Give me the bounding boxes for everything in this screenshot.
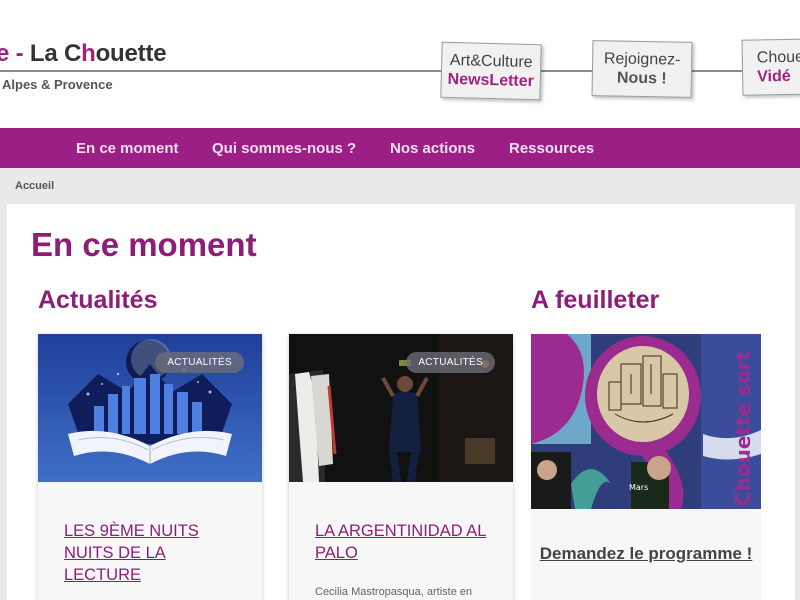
magazine-program-link[interactable]: Demandez le programme ! [531,542,761,566]
page-title: En ce moment [31,226,257,263]
stamp-line: Choue [756,48,800,67]
nav-item-en-ce-moment[interactable]: En ce moment [76,140,179,157]
stamp-line: Art&Culture [449,51,533,71]
card-category-badge[interactable]: ACTUALITÉS [155,352,244,373]
magazine-section-title: A feuilleter [531,286,660,314]
logo-name-part: La C [29,40,82,67]
nav-item-ressources[interactable]: Ressources [509,140,594,157]
magazine-cover[interactable]: Mars Chouette sort [531,334,761,509]
magazine-cover-illustration: Mars Chouette sort [531,334,761,509]
stamp-line: Rejoignez- [603,50,681,69]
video-stamp-link[interactable]: Choue Vidé [741,38,800,96]
news-card: ACTUALITÉS LA ARGENTINIDAD AL PALO Cecil… [289,334,513,600]
stamp-line: Vidé [757,67,791,86]
card-body: LES 9ÈME NUITS NUITS DE LA LECTURE [38,482,262,600]
logo-subtitle: Alpes & Provence [2,77,113,92]
card-image-night-reading[interactable]: ACTUALITÉS [38,334,262,482]
logo-name-part: h [81,40,96,67]
logo-name-part: ou [95,40,125,67]
news-card: ACTUALITÉS LES 9ÈME NUITS NUITS DE LA LE… [38,334,262,600]
breadcrumb[interactable]: Accueil [15,180,54,192]
site-logo[interactable]: e - La Chouette [0,40,167,68]
cover-date-text: Mars [629,483,648,492]
card-body: LA ARGENTINIDAD AL PALO Cecilia Mastropa… [289,482,513,600]
card-title-link[interactable]: LA ARGENTINIDAD AL PALO [315,520,495,564]
join-us-stamp-link[interactable]: Rejoignez- Nous ! [591,40,693,98]
stamp-line: NewsLetter [447,70,535,91]
card-category-badge[interactable]: ACTUALITÉS [406,352,495,373]
card-excerpt: Cecilia Mastropasqua, artiste en [315,586,473,598]
logo-prefix: e - [0,40,24,67]
card-title-link[interactable]: LES 9ÈME NUITS NUITS DE LA LECTURE [64,520,244,586]
card-image-performer[interactable]: ACTUALITÉS [289,334,513,482]
news-section-title: Actualités [38,286,158,314]
logo-name-part: ette [124,40,167,67]
stamp-line: Nous ! [616,69,667,88]
magazine-body: Demandez le programme ! [531,509,761,600]
nav-item-qui-sommes-nous[interactable]: Qui sommes-nous ? [212,140,356,157]
site-header: e - La Chouette Alpes & Provence Art&Cul… [0,0,800,128]
main-content: En ce moment Actualités A feuilleter ACT… [7,204,795,600]
nav-item-nos-actions[interactable]: Nos actions [390,140,475,157]
main-nav: En ce moment Qui sommes-nous ? Nos actio… [0,128,800,168]
cover-vertical-title: Chouette sort [731,350,755,506]
newsletter-stamp-link[interactable]: Art&Culture NewsLetter [440,41,542,101]
